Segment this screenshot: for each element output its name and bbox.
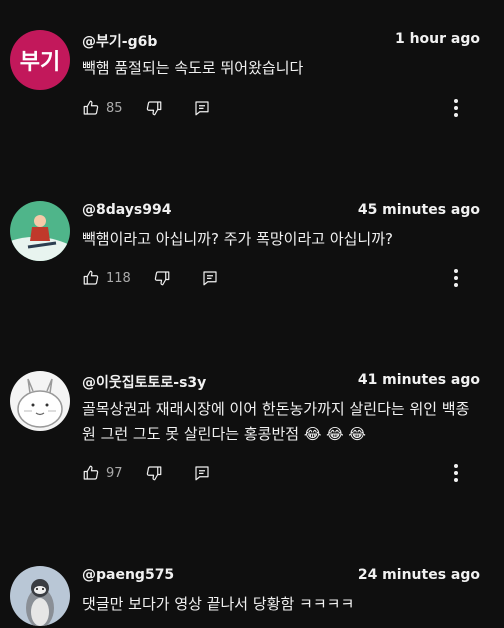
avatar-image <box>10 566 70 626</box>
comment-actions: 85 <box>82 97 211 119</box>
comment-text-body: 골목상권과 재래시장에 이어 한돈농가까지 살린다는 위인 백종원 그런 그도 … <box>82 400 470 443</box>
like-count: 85 <box>106 100 123 116</box>
comment-author[interactable]: @부기-g6b <box>82 31 157 51</box>
comment-text: 빽햄 품절되는 속도로 뛰어왔습니다 <box>82 59 304 77</box>
thumbs-down-icon <box>146 466 161 481</box>
reply-icon <box>194 466 209 481</box>
avatar-image <box>10 371 70 431</box>
reply-icon <box>203 271 217 286</box>
more-actions-button[interactable] <box>446 267 466 289</box>
reply-button[interactable] <box>193 99 211 117</box>
more-vert-icon <box>454 269 458 287</box>
like-count: 97 <box>106 465 123 481</box>
laughing-emoji: 😂 😂 😂 <box>303 425 366 443</box>
avatar-text: 부기 <box>19 50 61 75</box>
avatar[interactable]: 부기 <box>10 30 70 90</box>
like-button[interactable] <box>82 464 100 482</box>
like-button[interactable] <box>82 99 100 117</box>
comment-timestamp[interactable]: 41 minutes ago <box>358 372 480 388</box>
avatar[interactable] <box>10 371 70 431</box>
comment-text: 빽햄이라고 아십니까? 주가 폭망이라고 아십니까? <box>82 230 393 248</box>
thumbs-down-icon <box>146 101 161 116</box>
reply-button[interactable] <box>193 464 211 482</box>
avatar[interactable] <box>10 201 70 261</box>
comment: 부기 @부기-g6b 1 hour ago 빽햄 품절되는 속도로 뛰어왔습니다… <box>0 30 504 130</box>
comment-author[interactable]: @8days994 <box>82 202 171 218</box>
thumbs-up-icon <box>83 465 99 480</box>
avatar-image <box>10 201 70 261</box>
more-actions-button[interactable] <box>446 462 466 484</box>
more-vert-icon <box>454 99 458 117</box>
avatar[interactable] <box>10 566 70 626</box>
dislike-button[interactable] <box>145 99 163 117</box>
dislike-button[interactable] <box>153 269 171 287</box>
comment: @paeng575 24 minutes ago 댓글만 보다가 영상 끝나서 … <box>0 566 504 628</box>
thumbs-up-icon <box>83 100 99 115</box>
comment: @이웃집토토로-s3y 41 minutes ago 골목상권과 재래시장에 이… <box>0 371 504 491</box>
thumbs-up-icon <box>83 270 99 285</box>
comment-timestamp[interactable]: 24 minutes ago <box>358 567 480 583</box>
comment-timestamp[interactable]: 1 hour ago <box>395 31 480 47</box>
reply-button[interactable] <box>201 269 219 287</box>
like-button[interactable] <box>82 269 100 287</box>
comment-text: 댓글만 보다가 영상 끝나서 당황함 ㅋㅋㅋㅋ <box>82 595 355 613</box>
more-actions-button[interactable] <box>446 97 466 119</box>
like-count: 118 <box>106 270 131 286</box>
comment-author[interactable]: @이웃집토토로-s3y <box>82 372 206 392</box>
comment: @8days994 45 minutes ago 빽햄이라고 아십니까? 주가 … <box>0 201 504 301</box>
comment-actions: 97 <box>82 462 211 484</box>
reply-icon <box>194 101 209 116</box>
dislike-button[interactable] <box>145 464 163 482</box>
comment-author[interactable]: @paeng575 <box>82 567 174 583</box>
comment-timestamp[interactable]: 45 minutes ago <box>358 202 480 218</box>
thumbs-down-icon <box>154 271 170 286</box>
comment-text: 골목상권과 재래시장에 이어 한돈농가까지 살린다는 위인 백종원 그런 그도 … <box>82 397 482 447</box>
comment-actions: 118 <box>82 267 219 289</box>
more-vert-icon <box>454 464 458 482</box>
